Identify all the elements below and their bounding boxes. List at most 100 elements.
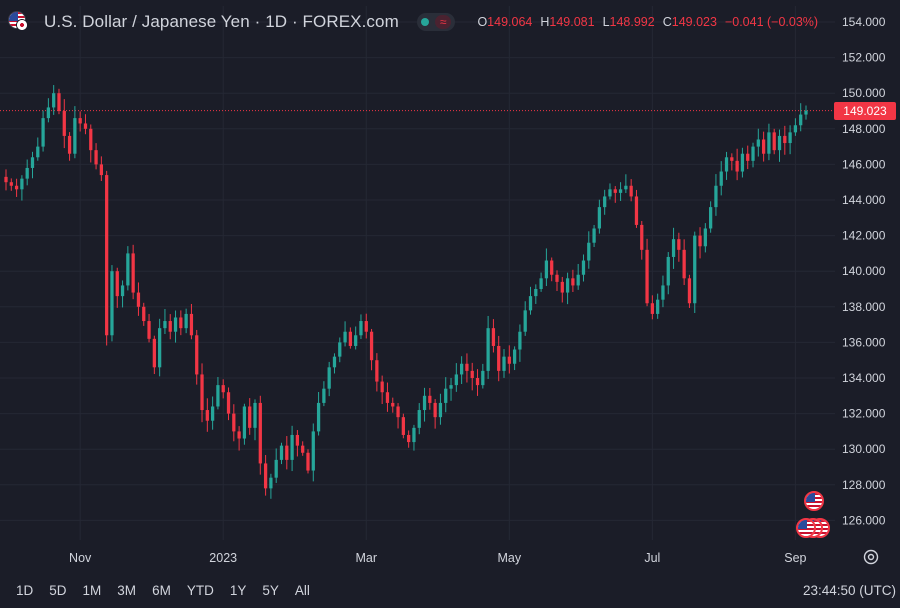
candle-body [279, 445, 284, 460]
market-status-pill[interactable]: ≈ [416, 13, 456, 31]
time-tick-label: Sep [784, 551, 806, 565]
candle-body [709, 207, 713, 229]
candle-body [184, 313, 188, 329]
price-tick-label: 136.000 [842, 335, 886, 349]
candle-body [412, 427, 416, 443]
chart-header: U.S. Dollar / Japanese Yen · 1D · FOREX.… [8, 10, 818, 34]
candle-body [592, 228, 596, 243]
range-button-3m[interactable]: 3M [117, 583, 136, 598]
candle-body [677, 239, 681, 250]
candle-body [36, 146, 40, 158]
candle-body [603, 196, 607, 208]
chart-grid [0, 6, 835, 540]
range-button-5d[interactable]: 5D [49, 583, 66, 598]
open-value: 149.064 [487, 15, 533, 29]
candle-body [746, 153, 750, 161]
candle-body [173, 317, 178, 332]
candle-body [682, 249, 686, 279]
candle-body [761, 139, 766, 154]
candle-body [110, 271, 114, 336]
candle-body [242, 406, 247, 439]
price-tick-label: 126.000 [842, 513, 886, 527]
candle-body [417, 410, 421, 428]
candle-body [147, 321, 151, 339]
price-tick-label: 144.000 [842, 193, 886, 207]
symbol-title[interactable]: U.S. Dollar / Japanese Yen · 1D · FOREX.… [44, 12, 399, 32]
price-tick-label: 146.000 [842, 157, 886, 171]
candle-body [375, 360, 379, 382]
range-button-1m[interactable]: 1M [83, 583, 102, 598]
candle-body [99, 164, 103, 176]
candle-body [438, 402, 443, 418]
us-event-flag-icon[interactable] [804, 491, 824, 511]
range-button-ytd[interactable]: YTD [187, 583, 214, 598]
candle-body [523, 310, 527, 332]
candle-body [301, 445, 305, 453]
high-value: 149.081 [549, 15, 595, 29]
price-chart[interactable]: 154.000 152.000 150.000 148.000 146.000 144.0… [0, 0, 900, 608]
candle-body [799, 114, 803, 126]
candle-body [348, 331, 353, 346]
settings-gear-icon[interactable] [862, 548, 880, 566]
close-value: 149.023 [671, 15, 717, 29]
candle-body [767, 132, 771, 154]
open-label: O [477, 15, 488, 29]
candle-body [656, 299, 660, 314]
last-price-label: 149.023 [834, 101, 896, 120]
candle-body [205, 410, 209, 421]
time-tick-label: Nov [69, 551, 92, 565]
candle-body [719, 171, 723, 186]
candle-body [332, 356, 337, 368]
candle-body [322, 388, 326, 403]
candle-body [89, 128, 93, 151]
range-button-5y[interactable]: 5Y [262, 583, 279, 598]
time-axis[interactable]: Nov 2023 Mar May Jul Sep [69, 551, 807, 565]
candle-body [290, 434, 294, 460]
candle-body [237, 431, 241, 439]
candle-body [338, 342, 342, 357]
candle-body [481, 370, 485, 386]
candle-body [269, 477, 273, 489]
us-event-flag-icon-stack-front[interactable] [796, 518, 816, 538]
price-axis[interactable]: 154.000 152.000 150.000 148.000 146.000 144.0… [842, 15, 886, 527]
candle-body [698, 235, 702, 247]
price-tick-label: 134.000 [842, 371, 886, 385]
candle-body [343, 331, 347, 343]
range-button-1y[interactable]: 1Y [230, 583, 247, 598]
candle-body [645, 249, 649, 304]
candle-body [396, 406, 400, 418]
wave-icon: ≈ [434, 15, 452, 29]
range-button-6m[interactable]: 6M [152, 583, 171, 598]
candle-body [285, 445, 289, 460]
candle-body [539, 278, 543, 289]
candle-body [158, 328, 162, 368]
candle-body [624, 185, 628, 190]
candle-body [804, 110, 808, 115]
range-button-all[interactable]: All [295, 583, 310, 598]
candle-body [634, 196, 639, 225]
time-tick-label: 2023 [209, 551, 237, 565]
candle-body [459, 363, 464, 375]
utc-clock[interactable]: 23:44:50 (UTC) [803, 583, 896, 598]
candle-body [115, 271, 119, 297]
range-button-1d[interactable]: 1D [16, 583, 33, 598]
candle-body [528, 296, 533, 311]
candle-body [544, 260, 549, 279]
price-tick-label: 148.000 [842, 122, 886, 136]
price-tick-label: 154.000 [842, 15, 886, 29]
bottom-toolbar: 1D 5D 1M 3M 6M YTD 1Y 5Y All 23:44:50 (U… [0, 572, 900, 608]
candle-body [380, 381, 384, 393]
candle-body [740, 153, 745, 172]
candle-body [52, 93, 56, 108]
low-value: 148.992 [609, 15, 655, 29]
candle-body [120, 285, 125, 297]
candle-body [369, 331, 374, 361]
candle-body [428, 395, 432, 403]
candle-body [131, 253, 135, 293]
candle-body [475, 378, 480, 386]
candle-body [126, 253, 130, 286]
candle-body [210, 406, 215, 421]
candle-body [550, 260, 554, 275]
candle-body [232, 413, 236, 432]
price-tick-label: 150.000 [842, 86, 886, 100]
